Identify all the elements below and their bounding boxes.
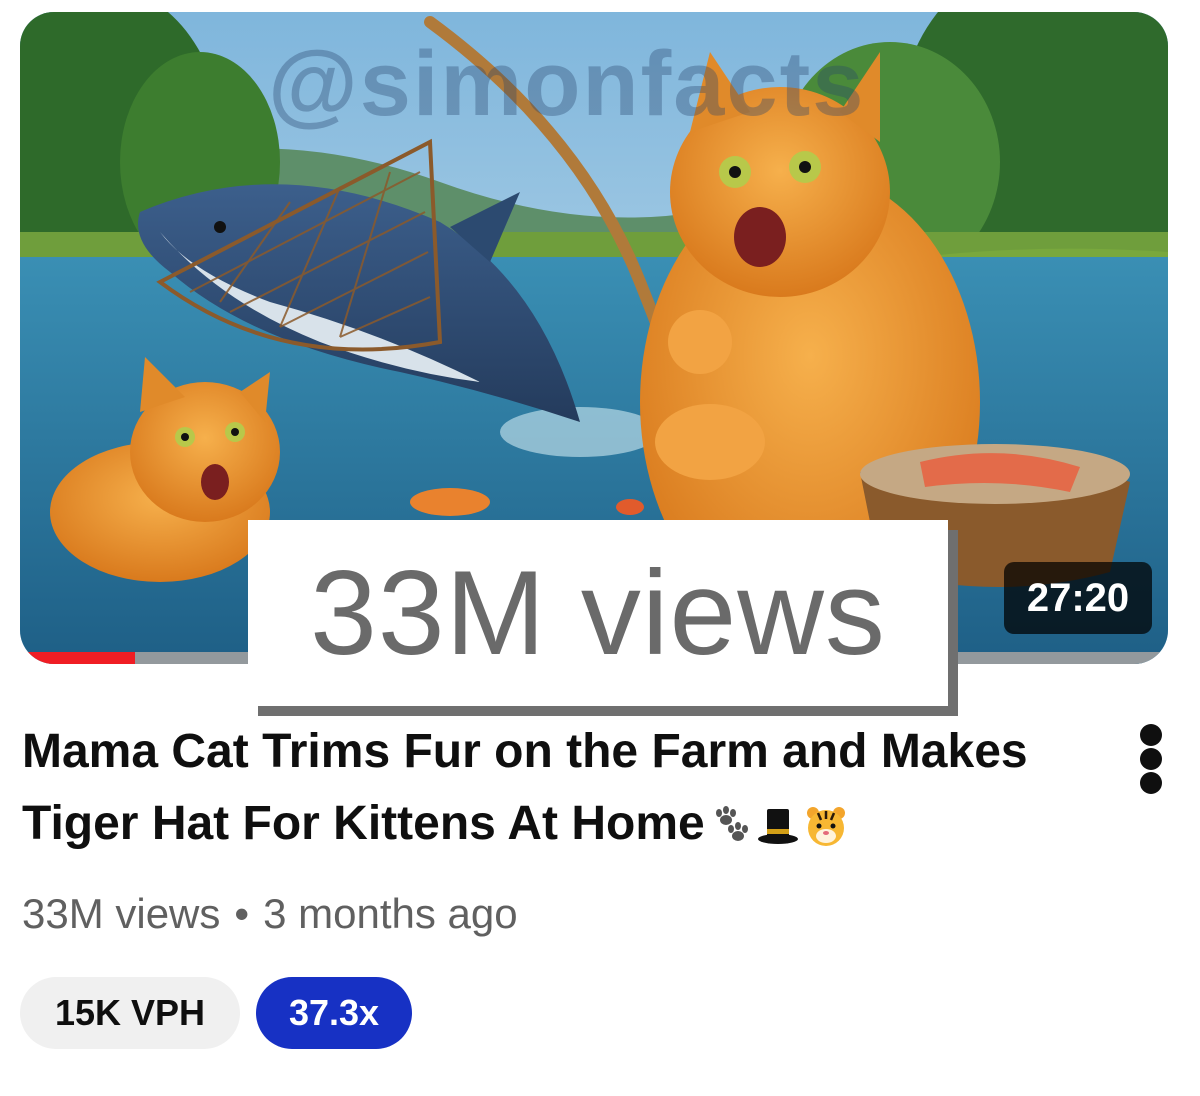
more-vertical-icon[interactable] (1134, 724, 1170, 794)
views-callout-label: 33M views (248, 520, 948, 706)
menu-dot (1140, 772, 1162, 794)
menu-dot (1140, 748, 1162, 770)
meta-separator: • (234, 890, 250, 937)
video-metadata: 33M views • 3 months ago (22, 890, 518, 938)
upload-age: 3 months ago (263, 890, 518, 937)
vph-badge: 15K VPH (20, 977, 240, 1049)
tiger-face-icon (806, 807, 845, 847)
top-hat-icon (757, 809, 798, 845)
watch-progress-fill (20, 652, 135, 664)
view-count: 33M views (22, 890, 221, 937)
watermark-text: @simonfacts (268, 33, 866, 135)
outlier-ratio-badge: 37.3x (256, 977, 412, 1049)
video-title-text: Mama Cat Trims Fur on the Farm and Makes… (22, 725, 1028, 850)
video-title[interactable]: Mama Cat Trims Fur on the Farm and Makes… (22, 716, 1102, 860)
paw-prints-icon (715, 806, 748, 842)
duration-badge: 27:20 (1004, 562, 1152, 634)
video-card: @simonfacts 27:20 33M views Mama Cat Tri… (0, 0, 1200, 1096)
menu-dot (1140, 724, 1162, 746)
